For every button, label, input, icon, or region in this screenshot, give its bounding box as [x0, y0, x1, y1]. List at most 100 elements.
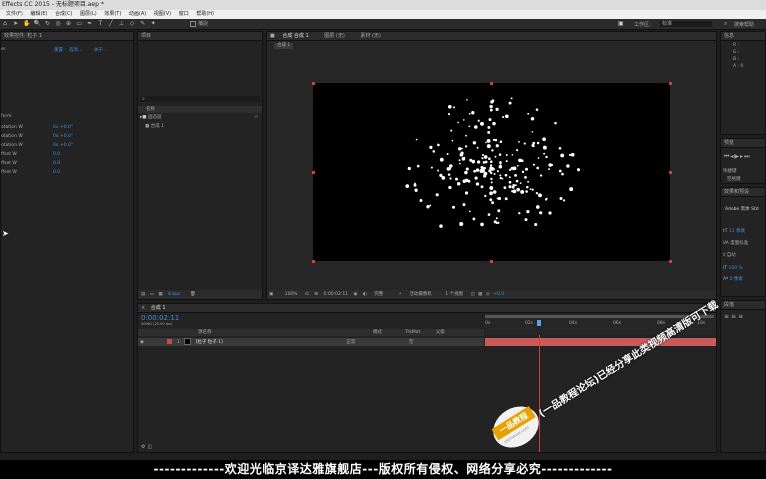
eraser-tool-icon[interactable]: ◇ [129, 21, 135, 27]
bounds-handle[interactable] [312, 171, 315, 174]
playhead-handle[interactable] [537, 320, 541, 326]
toggle-mask-icon[interactable]: ◫ [470, 292, 474, 297]
search-icon[interactable]: ⌕ [724, 20, 727, 28]
new-comp-icon[interactable]: ▦ [158, 292, 162, 297]
project-search-input[interactable]: ⌕ [140, 96, 260, 102]
effect-reset-link[interactable]: 重置 [54, 47, 63, 53]
col-parent[interactable]: 父级 [436, 330, 445, 335]
menu-composition[interactable]: 合成(C) [55, 11, 72, 17]
flowchart-icon[interactable]: ⊹ [254, 114, 258, 120]
pen-tool-icon[interactable]: ✒ [87, 21, 93, 27]
always-preview-icon[interactable]: ▣ [269, 292, 273, 297]
snapshot-icon[interactable]: ◉ [353, 292, 357, 297]
timeline-timecode[interactable]: 0:00:02:11 [141, 314, 179, 322]
align-left-icon[interactable]: ≡ [724, 313, 731, 320]
workspace-icon[interactable]: ▣ [618, 20, 624, 27]
col-mode[interactable]: 模式 [373, 330, 382, 335]
viewer-tab-footage[interactable]: 素材 (无) [360, 33, 381, 39]
viewer-lock-icon[interactable]: ■ [270, 33, 275, 39]
layer-name[interactable]: [粒子 粒子 1] [196, 340, 223, 345]
menu-animation[interactable]: 动画(A) [129, 11, 146, 17]
fast-preview-icon[interactable]: ⚡ [399, 292, 402, 297]
bounds-handle[interactable] [490, 260, 493, 263]
channel-icon[interactable]: ◐ [363, 292, 367, 297]
paragraph-tab[interactable]: 段落 [721, 301, 765, 310]
label-color-chip[interactable] [167, 339, 173, 344]
interpret-footage-icon[interactable]: ▤ [141, 292, 145, 297]
timeline-tab[interactable]: 合成 1 [151, 305, 166, 311]
search-help-input[interactable]: 搜索帮助 [734, 21, 754, 28]
zoom-tool-icon[interactable]: 🔍 [34, 21, 41, 27]
menu-edit[interactable]: 编辑(E) [30, 11, 47, 17]
bpc-label[interactable]: 8 bpc [168, 292, 180, 297]
menu-file[interactable]: 文件(F) [6, 11, 23, 17]
project-tab[interactable]: 项目 [138, 32, 262, 41]
camera-select[interactable]: 活动摄像机 [409, 292, 432, 297]
fx-value[interactable]: 0x +0.0° [53, 134, 73, 139]
layer-duration-bar[interactable] [485, 338, 716, 346]
vertical-scale-field[interactable]: IT 100 % [723, 266, 743, 271]
resolution-select[interactable]: 完整 [374, 292, 383, 297]
views-select[interactable]: 1 个视图 [445, 292, 463, 297]
effect-options-link[interactable]: 选项... [69, 47, 82, 53]
tracking-field[interactable]: ‡ 自动 [723, 252, 736, 258]
roto-tool-icon[interactable]: ✎ [140, 21, 146, 27]
menu-window[interactable]: 窗口 [179, 11, 189, 17]
menu-view[interactable]: 视图(V) [154, 11, 171, 17]
last-frame-icon[interactable]: ⏭ [744, 153, 750, 160]
menu-layer[interactable]: 图层(L) [80, 11, 97, 17]
align-center-icon[interactable]: ≡ [731, 313, 738, 320]
stamp-tool-icon[interactable]: ⊥ [119, 21, 125, 27]
fx-value[interactable]: 0.0 [53, 152, 60, 157]
project-item-comp[interactable]: ▦ 合成 1 [145, 123, 164, 129]
align-right-icon[interactable]: ≡ [738, 313, 745, 320]
bounds-handle[interactable] [669, 171, 672, 174]
bounds-handle[interactable] [312, 260, 315, 263]
playhead-line[interactable] [539, 335, 540, 452]
zoom-select[interactable]: 100% [285, 292, 298, 297]
fx-value[interactable]: 0x +0.0° [53, 125, 73, 130]
close-icon[interactable]: × [141, 305, 145, 311]
bounds-handle[interactable] [312, 82, 315, 85]
text-tool-icon[interactable]: T [97, 21, 103, 27]
fx-value[interactable]: 0x +0.0° [53, 143, 73, 148]
camera-tool-icon[interactable]: ◎ [55, 21, 61, 27]
workspace-select[interactable]: 标准 [660, 21, 712, 27]
font-size-field[interactable]: tT 11 像素 [723, 228, 745, 234]
font-family-select[interactable]: Adobe 黑体 Std [725, 206, 759, 212]
viewer-tab-comp[interactable]: 合成 合成 1 [282, 33, 308, 39]
hand-tool-icon[interactable]: ✋ [23, 21, 30, 27]
grid-icon[interactable]: ⊞ [314, 292, 318, 297]
layer-mode-select[interactable]: 正常 [346, 340, 355, 345]
effect-controls-tab[interactable]: 效果控件: 粒子 1 [1, 32, 133, 41]
trash-icon[interactable]: 🗑 [190, 292, 196, 297]
project-item-folder[interactable]: ▸■ 固态层 [140, 114, 161, 120]
selection-tool-icon[interactable]: ➤ [13, 21, 19, 27]
puppet-tool-icon[interactable]: ✦ [150, 21, 156, 27]
effects-presets-tab[interactable]: 效果和预设 [721, 188, 765, 197]
preview-shortcut-value[interactable]: 空格键 [727, 176, 741, 182]
viewer-tab-layer[interactable]: 图层 (无) [324, 33, 345, 39]
menu-help[interactable]: 帮助(H) [196, 11, 214, 17]
fx-value[interactable]: 0.0 [53, 161, 60, 166]
snap-checkbox[interactable] [190, 21, 196, 27]
info-tab[interactable]: 信息 [721, 32, 765, 41]
baseline-shift-field[interactable]: Aª 0 像素 [723, 276, 743, 282]
bounds-handle[interactable] [490, 82, 493, 85]
reset-exposure-icon[interactable]: ◎ [486, 292, 490, 297]
exposure-value[interactable]: +0.0 [493, 292, 504, 297]
effect-about-link[interactable]: 关于... [94, 47, 107, 53]
region-of-interest-icon[interactable]: ⊡ [305, 292, 309, 297]
toggle-modes-icon[interactable]: ◫ [147, 444, 154, 450]
viewer-timecode[interactable]: 0:00:02:11 [323, 292, 348, 297]
timeline-layer-row[interactable]: ◉ 1 [粒子 粒子 1] 正常 无 [138, 338, 484, 346]
bounds-handle[interactable] [669, 260, 672, 263]
pan-behind-icon[interactable]: ⊕ [66, 21, 72, 27]
col-trkmat[interactable]: TrkMat [405, 330, 420, 335]
visibility-icon[interactable]: ◉ [140, 340, 144, 345]
menu-effect[interactable]: 效果(T) [104, 11, 121, 17]
bounds-handle[interactable] [669, 82, 672, 85]
rotate-tool-icon[interactable]: ↻ [44, 21, 50, 27]
col-source-name[interactable]: 源名称 [198, 330, 212, 335]
kerning-field[interactable]: VA 度量标准 [723, 240, 748, 246]
